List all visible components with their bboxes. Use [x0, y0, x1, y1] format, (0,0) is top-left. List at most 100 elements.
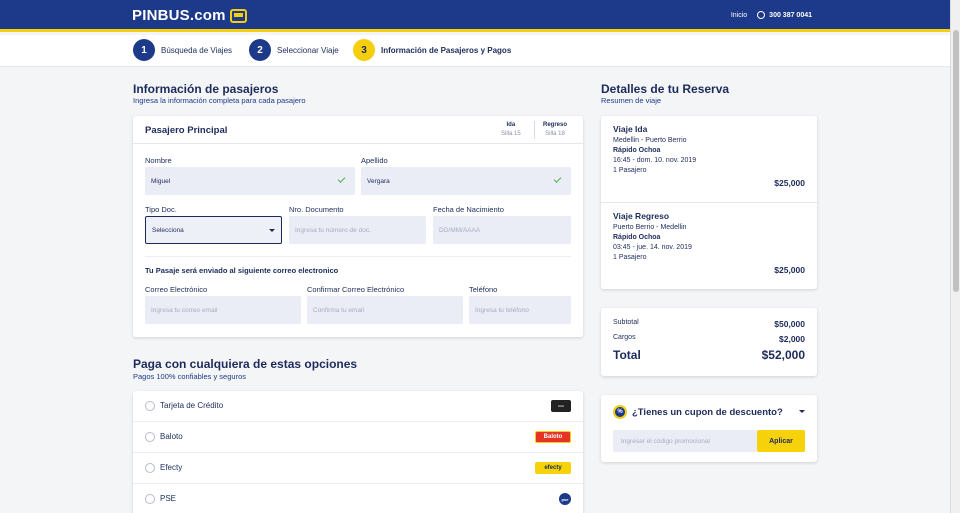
apellido-label: Apellido — [361, 156, 388, 165]
discount-icon: % — [613, 405, 627, 419]
subtotal-row: Subtotal $50,000 — [613, 319, 805, 329]
payment-section-subtitle: Pagos 100% confiables y seguros — [133, 372, 246, 381]
reservation-subtitle: Resumen de viaje — [601, 96, 662, 105]
trip-ida-route: Medellin - Puerto Berrio — [613, 137, 687, 144]
seat-regreso: Regreso Silla 18 — [543, 121, 567, 139]
nro-doc-input[interactable]: Ingresa tu número de doc. — [289, 216, 426, 244]
seat-ida: Ida Silla 15 — [501, 121, 521, 139]
nro-doc-label: Nro. Documento — [289, 205, 344, 214]
total-row: Total $52,000 — [613, 348, 805, 362]
radio-button[interactable] — [145, 494, 155, 504]
trip-regreso-price: $25,000 — [774, 265, 805, 275]
payment-options-card: Tarjeta de Crédito ▬ Baloto Baloto Efect… — [133, 391, 583, 513]
scrollbar-thumb[interactable] — [953, 30, 959, 292]
pinbus-logo[interactable]: PINBUS.com — [132, 7, 247, 24]
trip-regreso-passengers: 1 Pasajero — [613, 254, 647, 261]
radio-button[interactable] — [145, 432, 155, 442]
passenger-section-title: Información de pasajeros — [133, 82, 279, 96]
trip-ida-company: Rápido Ochoa — [613, 147, 661, 154]
tipo-doc-label: Tipo Doc. — [145, 205, 177, 214]
divider — [145, 256, 571, 257]
payment-section-title: Paga con cualquiera de estas opciones — [133, 357, 358, 371]
apellido-value: Vergara — [367, 177, 390, 185]
payment-option-label: Baloto — [160, 432, 183, 441]
phone-number: 300 387 0041 — [769, 11, 812, 19]
page-scrollbar[interactable] — [950, 0, 960, 513]
chevron-down-icon[interactable] — [799, 410, 805, 413]
apply-coupon-button[interactable]: Aplicar — [757, 430, 805, 452]
trip-regreso: Viaje Regreso Puerto Berrio - Medellin R… — [613, 211, 805, 275]
radio-button[interactable] — [145, 463, 155, 473]
trip-regreso-route: Puerto Berrio - Medellin — [613, 224, 687, 231]
efecty-logo: efecty — [535, 462, 571, 474]
coupon-card: % ¿Tienes un cupon de descuento? Ingresa… — [601, 395, 817, 462]
reservation-title: Detalles de tu Reserva — [601, 82, 730, 96]
nombre-label: Nombre — [145, 156, 172, 165]
fecha-nacimiento-input[interactable]: DD/MM/AAAA — [433, 216, 571, 244]
step-number: 2 — [249, 39, 271, 61]
phone-contact[interactable]: 300 387 0041 — [757, 11, 812, 19]
trip-ida-datetime: 16:45 - dom. 10. nov. 2019 — [613, 157, 697, 164]
payment-option-label: Efecty — [160, 463, 183, 472]
trip-ida: Viaje Ida Medellin - Puerto Berrio Rápid… — [613, 124, 805, 188]
step-label: Seleccionar Viaje — [277, 45, 339, 55]
step-search[interactable]: 1 Búsqueda de Viajes — [133, 39, 232, 61]
nav-home-link[interactable]: Inicio — [731, 12, 747, 19]
top-navbar: PINBUS.com Inicio 300 387 0041 — [0, 0, 950, 32]
trip-ida-passengers: 1 Pasajero — [613, 167, 647, 174]
step-label: Búsqueda de Viajes — [161, 45, 233, 55]
fecha-nacimiento-label: Fecha de Nacimiento — [433, 205, 504, 214]
nombre-value: Miguel — [151, 177, 171, 185]
subtotal-value: $50,000 — [774, 319, 805, 329]
subtotal-label: Subtotal — [613, 319, 639, 326]
confirm-email-label: Confirmar Correo Electrónico — [307, 285, 405, 294]
logo-text: PINBUS.com — [132, 7, 226, 24]
payment-option-baloto[interactable]: Baloto Baloto — [133, 422, 583, 453]
payment-option-pse[interactable]: PSE pse — [133, 484, 583, 513]
total-label: Total — [613, 348, 641, 362]
total-value: $52,000 — [761, 348, 805, 362]
payment-option-label: Tarjeta de Crédito — [160, 401, 224, 410]
coupon-title[interactable]: ¿Tienes un cupon de descuento? — [632, 407, 783, 418]
tipo-doc-select[interactable]: Selecciona — [145, 216, 282, 244]
step-label: Información de Pasajeros y Pagos — [381, 45, 512, 55]
passenger-card: Pasajero Principal Ida Silla 15 Regreso … — [133, 116, 583, 337]
radio-button[interactable] — [145, 401, 155, 411]
progress-steps: 1 Búsqueda de Viajes 2 Seleccionar Viaje… — [0, 35, 950, 67]
cargos-row: Cargos $2,000 — [613, 334, 805, 344]
phone-input[interactable]: Ingresa tu teléfono — [469, 296, 571, 324]
trip-summary-card: Viaje Ida Medellin - Puerto Berrio Rápid… — [601, 116, 817, 289]
cargos-label: Cargos — [613, 334, 636, 341]
bus-icon — [229, 8, 247, 23]
pse-logo: pse — [559, 493, 571, 505]
payment-option-label: PSE — [160, 494, 177, 503]
trip-ida-title: Viaje Ida — [613, 124, 648, 134]
passenger-card-header: Pasajero Principal Ida Silla 15 Regreso … — [133, 116, 583, 144]
trip-regreso-company: Rápido Ochoa — [613, 234, 661, 241]
payment-option-efecty[interactable]: Efecty efecty — [133, 453, 583, 484]
top-right-nav: Inicio 300 387 0041 — [731, 11, 812, 19]
trip-regreso-datetime: 03:45 - jue. 14. nov. 2019 — [613, 244, 692, 251]
coupon-code-input[interactable]: Ingresar el código promocional — [613, 430, 757, 452]
passenger-card-title: Pasajero Principal — [145, 125, 228, 136]
nombre-input[interactable]: Miguel — [145, 167, 355, 195]
seat-regreso-value: Silla 18 — [545, 131, 565, 137]
credit-card-icon: ▬ — [551, 400, 571, 412]
step-passenger-payment[interactable]: 3 Información de Pasajeros y Pagos — [353, 39, 511, 61]
step-select-trip[interactable]: 2 Seleccionar Viaje — [249, 39, 339, 61]
email-label: Correo Electrónico — [145, 285, 208, 294]
trip-regreso-title: Viaje Regreso — [613, 211, 670, 221]
divider — [601, 202, 817, 203]
baloto-logo: Baloto — [535, 431, 571, 443]
totals-card: Subtotal $50,000 Cargos $2,000 Total $52… — [601, 308, 817, 376]
payment-option-credit-card[interactable]: Tarjeta de Crédito ▬ — [133, 391, 583, 422]
check-icon — [553, 175, 562, 183]
seat-divider — [534, 121, 535, 139]
check-icon — [337, 175, 346, 183]
trip-ida-price: $25,000 — [774, 178, 805, 188]
confirm-email-input[interactable]: Confirma tu email — [307, 296, 463, 324]
tipo-doc-value: Selecciona — [152, 226, 184, 234]
apellido-input[interactable]: Vergara — [361, 167, 571, 195]
seat-ida-value: Silla 15 — [501, 131, 521, 137]
email-input[interactable]: Ingresa tu correo email — [145, 296, 301, 324]
